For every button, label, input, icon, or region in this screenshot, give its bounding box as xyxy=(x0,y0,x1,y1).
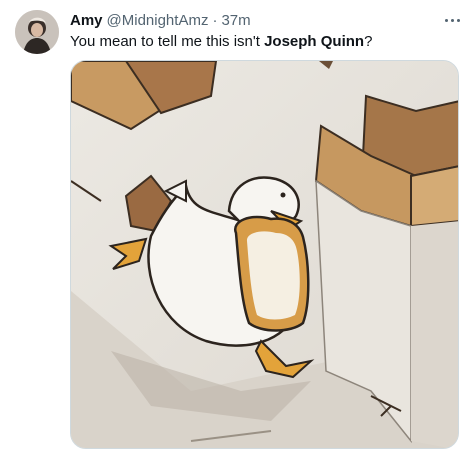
tweet-header: Amy @MidnightAmz · 37m xyxy=(70,10,251,30)
avatar-image xyxy=(15,10,59,54)
separator-dot: · xyxy=(212,11,218,29)
tweet-text-bold: Joseph Quinn xyxy=(264,33,365,50)
timestamp[interactable]: 37m xyxy=(221,12,250,29)
tweet-text: You mean to tell me this isn't Joseph Qu… xyxy=(70,32,372,52)
tweet[interactable]: Amy @MidnightAmz · 37m You mean to tell … xyxy=(0,0,474,459)
duck-with-bread-illustration xyxy=(71,61,458,448)
display-name[interactable]: Amy xyxy=(70,12,103,29)
tweet-text-end: ? xyxy=(364,33,373,50)
tweet-text-part: You mean to tell me this isn't xyxy=(70,33,265,50)
tweet-media[interactable] xyxy=(70,60,459,449)
avatar[interactable] xyxy=(15,10,59,54)
more-options-icon[interactable] xyxy=(440,10,464,30)
handle[interactable]: @MidnightAmz xyxy=(107,12,209,29)
